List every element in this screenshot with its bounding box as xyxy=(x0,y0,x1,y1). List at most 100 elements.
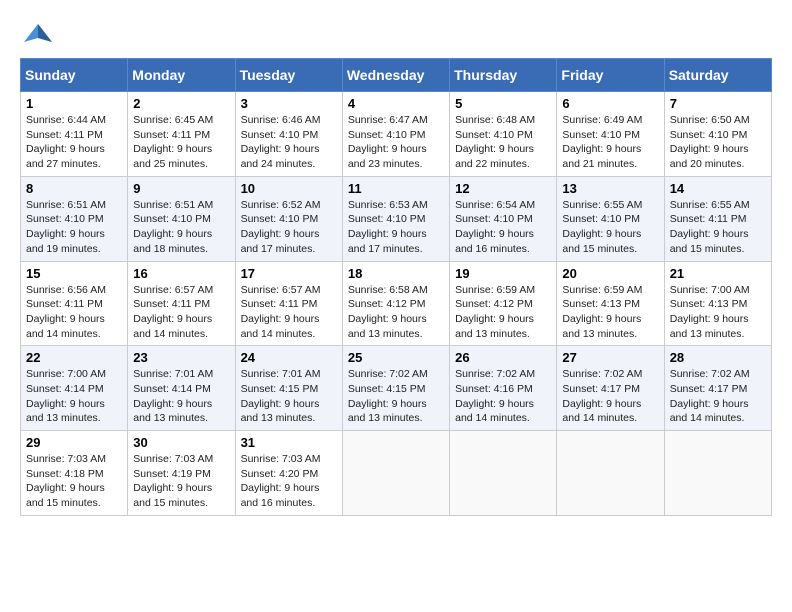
day-number: 18 xyxy=(348,266,444,281)
day-number: 28 xyxy=(670,350,766,365)
day-info: Sunrise: 6:44 AMSunset: 4:11 PMDaylight:… xyxy=(26,113,122,172)
day-header-friday: Friday xyxy=(557,59,664,92)
calendar-cell: 10 Sunrise: 6:52 AMSunset: 4:10 PMDayligh… xyxy=(235,176,342,261)
calendar-week-4: 22 Sunrise: 7:00 AMSunset: 4:14 PMDayligh… xyxy=(21,346,772,431)
day-number: 7 xyxy=(670,96,766,111)
day-header-wednesday: Wednesday xyxy=(342,59,449,92)
day-info: Sunrise: 6:47 AMSunset: 4:10 PMDaylight:… xyxy=(348,113,444,172)
calendar-week-3: 15 Sunrise: 6:56 AMSunset: 4:11 PMDayligh… xyxy=(21,261,772,346)
calendar-cell: 22 Sunrise: 7:00 AMSunset: 4:14 PMDayligh… xyxy=(21,346,128,431)
day-number: 22 xyxy=(26,350,122,365)
day-info: Sunrise: 7:01 AMSunset: 4:14 PMDaylight:… xyxy=(133,367,229,426)
day-info: Sunrise: 7:02 AMSunset: 4:17 PMDaylight:… xyxy=(562,367,658,426)
calendar-cell: 12 Sunrise: 6:54 AMSunset: 4:10 PMDayligh… xyxy=(450,176,557,261)
day-info: Sunrise: 6:49 AMSunset: 4:10 PMDaylight:… xyxy=(562,113,658,172)
calendar-cell: 18Sunrise: 6:58 AMSunset: 4:12 PMDayligh… xyxy=(342,261,449,346)
day-number: 12 xyxy=(455,181,551,196)
day-number: 30 xyxy=(133,435,229,450)
calendar-cell: 3 Sunrise: 6:46 AMSunset: 4:10 PMDaylight… xyxy=(235,92,342,177)
day-info: Sunrise: 6:52 AMSunset: 4:10 PMDaylight:… xyxy=(241,198,337,257)
day-number: 13 xyxy=(562,181,658,196)
day-header-monday: Monday xyxy=(128,59,235,92)
day-number: 5 xyxy=(455,96,551,111)
day-number: 29 xyxy=(26,435,122,450)
day-info: Sunrise: 7:00 AMSunset: 4:14 PMDaylight:… xyxy=(26,367,122,426)
day-info: Sunrise: 6:56 AMSunset: 4:11 PMDaylight:… xyxy=(26,283,122,342)
day-number: 10 xyxy=(241,181,337,196)
calendar-cell: 24 Sunrise: 7:01 AMSunset: 4:15 PMDayligh… xyxy=(235,346,342,431)
day-header-tuesday: Tuesday xyxy=(235,59,342,92)
calendar-cell: 20 Sunrise: 6:59 AMSunset: 4:13 PMDayligh… xyxy=(557,261,664,346)
day-number: 2 xyxy=(133,96,229,111)
calendar-cell: 19 Sunrise: 6:59 AMSunset: 4:12 PMDayligh… xyxy=(450,261,557,346)
day-number: 8 xyxy=(26,181,122,196)
calendar-body: 1Sunrise: 6:44 AMSunset: 4:11 PMDaylight… xyxy=(21,92,772,516)
calendar-cell: 31Sunrise: 7:03 AMSunset: 4:20 PMDayligh… xyxy=(235,431,342,516)
calendar-cell: 2 Sunrise: 6:45 AMSunset: 4:11 PMDaylight… xyxy=(128,92,235,177)
calendar-week-2: 8 Sunrise: 6:51 AMSunset: 4:10 PMDaylight… xyxy=(21,176,772,261)
day-info: Sunrise: 6:57 AMSunset: 4:11 PMDaylight:… xyxy=(241,283,337,342)
day-number: 24 xyxy=(241,350,337,365)
day-info: Sunrise: 6:59 AMSunset: 4:12 PMDaylight:… xyxy=(455,283,551,342)
calendar-cell: 14Sunrise: 6:55 AMSunset: 4:11 PMDayligh… xyxy=(664,176,771,261)
calendar-cell: 5 Sunrise: 6:48 AMSunset: 4:10 PMDaylight… xyxy=(450,92,557,177)
day-info: Sunrise: 6:50 AMSunset: 4:10 PMDaylight:… xyxy=(670,113,766,172)
calendar-cell: 8 Sunrise: 6:51 AMSunset: 4:10 PMDaylight… xyxy=(21,176,128,261)
day-info: Sunrise: 7:03 AMSunset: 4:18 PMDaylight:… xyxy=(26,452,122,511)
calendar-cell: 25Sunrise: 7:02 AMSunset: 4:15 PMDayligh… xyxy=(342,346,449,431)
day-info: Sunrise: 6:51 AMSunset: 4:10 PMDaylight:… xyxy=(133,198,229,257)
day-header-saturday: Saturday xyxy=(664,59,771,92)
day-info: Sunrise: 6:53 AMSunset: 4:10 PMDaylight:… xyxy=(348,198,444,257)
calendar-cell xyxy=(342,431,449,516)
calendar-week-1: 1Sunrise: 6:44 AMSunset: 4:11 PMDaylight… xyxy=(21,92,772,177)
day-number: 23 xyxy=(133,350,229,365)
calendar-header-row: SundayMondayTuesdayWednesdayThursdayFrid… xyxy=(21,59,772,92)
day-number: 9 xyxy=(133,181,229,196)
day-number: 25 xyxy=(348,350,444,365)
day-info: Sunrise: 7:00 AMSunset: 4:13 PMDaylight:… xyxy=(670,283,766,342)
calendar-cell: 21Sunrise: 7:00 AMSunset: 4:13 PMDayligh… xyxy=(664,261,771,346)
day-number: 3 xyxy=(241,96,337,111)
calendar-cell xyxy=(557,431,664,516)
day-info: Sunrise: 7:02 AMSunset: 4:17 PMDaylight:… xyxy=(670,367,766,426)
day-header-thursday: Thursday xyxy=(450,59,557,92)
calendar-cell: 17 Sunrise: 6:57 AMSunset: 4:11 PMDayligh… xyxy=(235,261,342,346)
day-header-sunday: Sunday xyxy=(21,59,128,92)
day-number: 17 xyxy=(241,266,337,281)
day-info: Sunrise: 6:59 AMSunset: 4:13 PMDaylight:… xyxy=(562,283,658,342)
day-info: Sunrise: 7:03 AMSunset: 4:20 PMDaylight:… xyxy=(241,452,337,511)
calendar-cell: 30Sunrise: 7:03 AMSunset: 4:19 PMDayligh… xyxy=(128,431,235,516)
day-number: 4 xyxy=(348,96,444,111)
calendar-cell: 15 Sunrise: 6:56 AMSunset: 4:11 PMDayligh… xyxy=(21,261,128,346)
day-info: Sunrise: 7:02 AMSunset: 4:16 PMDaylight:… xyxy=(455,367,551,426)
calendar-week-5: 29 Sunrise: 7:03 AMSunset: 4:18 PMDayligh… xyxy=(21,431,772,516)
day-info: Sunrise: 7:01 AMSunset: 4:15 PMDaylight:… xyxy=(241,367,337,426)
day-number: 16 xyxy=(133,266,229,281)
calendar-cell: 28 Sunrise: 7:02 AMSunset: 4:17 PMDayligh… xyxy=(664,346,771,431)
day-info: Sunrise: 6:54 AMSunset: 4:10 PMDaylight:… xyxy=(455,198,551,257)
logo xyxy=(20,20,60,48)
calendar-cell: 23 Sunrise: 7:01 AMSunset: 4:14 PMDayligh… xyxy=(128,346,235,431)
calendar-cell: 6Sunrise: 6:49 AMSunset: 4:10 PMDaylight… xyxy=(557,92,664,177)
day-number: 27 xyxy=(562,350,658,365)
calendar-cell: 16 Sunrise: 6:57 AMSunset: 4:11 PMDayligh… xyxy=(128,261,235,346)
day-info: Sunrise: 6:57 AMSunset: 4:11 PMDaylight:… xyxy=(133,283,229,342)
day-number: 15 xyxy=(26,266,122,281)
day-info: Sunrise: 6:45 AMSunset: 4:11 PMDaylight:… xyxy=(133,113,229,172)
calendar-cell xyxy=(664,431,771,516)
calendar-cell: 7 Sunrise: 6:50 AMSunset: 4:10 PMDaylight… xyxy=(664,92,771,177)
day-info: Sunrise: 6:48 AMSunset: 4:10 PMDaylight:… xyxy=(455,113,551,172)
day-info: Sunrise: 6:55 AMSunset: 4:11 PMDaylight:… xyxy=(670,198,766,257)
calendar-cell: 13 Sunrise: 6:55 AMSunset: 4:10 PMDayligh… xyxy=(557,176,664,261)
day-number: 19 xyxy=(455,266,551,281)
day-info: Sunrise: 6:55 AMSunset: 4:10 PMDaylight:… xyxy=(562,198,658,257)
day-number: 20 xyxy=(562,266,658,281)
day-number: 26 xyxy=(455,350,551,365)
calendar-cell: 26 Sunrise: 7:02 AMSunset: 4:16 PMDayligh… xyxy=(450,346,557,431)
calendar-cell: 27 Sunrise: 7:02 AMSunset: 4:17 PMDayligh… xyxy=(557,346,664,431)
calendar-cell xyxy=(450,431,557,516)
calendar-cell: 11Sunrise: 6:53 AMSunset: 4:10 PMDayligh… xyxy=(342,176,449,261)
day-info: Sunrise: 6:51 AMSunset: 4:10 PMDaylight:… xyxy=(26,198,122,257)
calendar-table: SundayMondayTuesdayWednesdayThursdayFrid… xyxy=(20,58,772,516)
day-info: Sunrise: 6:46 AMSunset: 4:10 PMDaylight:… xyxy=(241,113,337,172)
